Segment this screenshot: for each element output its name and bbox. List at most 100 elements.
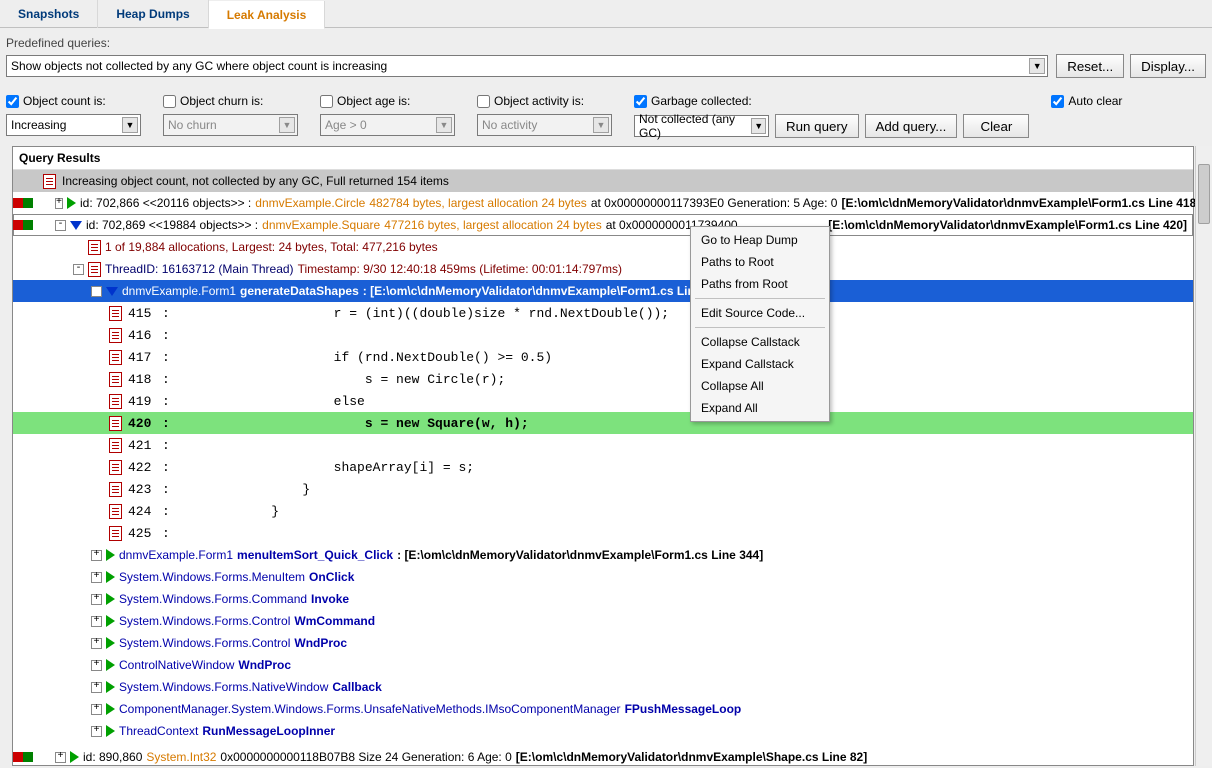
triangle-right-icon	[106, 593, 115, 605]
menu-item[interactable]: Expand Callstack	[691, 353, 829, 375]
tab-leak-analysis[interactable]: Leak Analysis	[209, 1, 326, 29]
object-row-selected[interactable]: - id: 702,869 <<19884 objects>> : dnmvEx…	[13, 214, 1193, 236]
menu-item[interactable]: Collapse Callstack	[691, 331, 829, 353]
triangle-right-icon	[106, 637, 115, 649]
tab-heap-dumps[interactable]: Heap Dumps	[98, 0, 208, 28]
gc-select[interactable]: Not collected (any GC)▼	[634, 115, 769, 137]
menu-item[interactable]: Expand All	[691, 397, 829, 419]
gc-checkbox-label[interactable]: Garbage collected:	[634, 94, 1029, 108]
source-line[interactable]: 425:	[13, 522, 1193, 544]
menu-item[interactable]: Paths from Root	[691, 273, 829, 295]
source-line[interactable]: 420: s = new Square(w, h);	[13, 412, 1193, 434]
context-menu[interactable]: Go to Heap DumpPaths to RootPaths from R…	[690, 226, 830, 422]
age-checkbox-label[interactable]: Object age is:	[320, 94, 455, 108]
expand-icon[interactable]: +	[91, 682, 102, 693]
reset-button[interactable]: Reset...	[1056, 54, 1124, 78]
collapse-icon[interactable]: -	[73, 264, 84, 275]
callstack-row[interactable]: +System.Windows.Forms.Command Invoke	[13, 588, 1193, 610]
callstack-row[interactable]: +ThreadContext RunMessageLoopInner	[13, 720, 1193, 742]
expand-icon[interactable]: +	[91, 550, 102, 561]
activity-checkbox-label[interactable]: Object activity is:	[477, 94, 612, 108]
autoclear-checkbox-label[interactable]: Auto clear	[1051, 94, 1122, 108]
callstack-row[interactable]: +dnmvExample.Form1 menuItemSort_Quick_Cl…	[13, 544, 1193, 566]
display-button[interactable]: Display...	[1130, 54, 1206, 78]
thread-row[interactable]: - ThreadID: 16163712 (Main Thread) Times…	[13, 258, 1193, 280]
source-line[interactable]: 421:	[13, 434, 1193, 456]
source-text: if (rnd.NextDouble() >= 0.5)	[170, 350, 552, 365]
vertical-scrollbar[interactable]	[1195, 146, 1212, 766]
expand-icon[interactable]: +	[91, 726, 102, 737]
expand-icon[interactable]: +	[55, 752, 66, 763]
age-checkbox[interactable]	[320, 95, 333, 108]
source-line[interactable]: 418: s = new Circle(r);	[13, 368, 1193, 390]
count-checkbox[interactable]	[6, 95, 19, 108]
object-row[interactable]: + id: 702,866 <<20116 objects>> : dnmvEx…	[13, 192, 1193, 214]
count-select[interactable]: Increasing▼	[6, 114, 141, 136]
tab-snapshots[interactable]: Snapshots	[0, 0, 98, 28]
source-line[interactable]: 422: shapeArray[i] = s;	[13, 456, 1193, 478]
callstack-row[interactable]: +System.Windows.Forms.NativeWindow Callb…	[13, 676, 1193, 698]
menu-separator	[695, 298, 825, 299]
chevron-down-icon: ▼	[279, 117, 295, 133]
count-checkbox-label[interactable]: Object count is:	[6, 94, 141, 108]
expand-icon[interactable]: +	[91, 660, 102, 671]
results-tree[interactable]: + id: 702,866 <<20116 objects>> : dnmvEx…	[13, 192, 1193, 768]
run-query-button[interactable]: Run query	[775, 114, 859, 138]
expand-icon[interactable]: +	[55, 198, 63, 209]
callstack-selected[interactable]: - dnmvExample.Form1 generateDataShapes :…	[13, 280, 1193, 302]
expand-icon[interactable]: +	[91, 616, 102, 627]
activity-checkbox[interactable]	[477, 95, 490, 108]
callstack-row[interactable]: +System.Windows.Forms.Control WmCommand	[13, 610, 1193, 632]
line-number: 421	[128, 438, 162, 453]
collapse-icon[interactable]: -	[91, 286, 102, 297]
line-number: 415	[128, 306, 162, 321]
object-row[interactable]: + id: 890,860 System.Int32 0x00000000001…	[13, 746, 1193, 768]
source-line[interactable]: 416:	[13, 324, 1193, 346]
predefined-query-select[interactable]: Show objects not collected by any GC whe…	[6, 55, 1048, 77]
source-text	[170, 438, 186, 453]
churn-checkbox-label[interactable]: Object churn is:	[163, 94, 298, 108]
gc-checkbox[interactable]	[634, 95, 647, 108]
menu-item[interactable]: Go to Heap Dump	[691, 229, 829, 251]
doc-icon	[109, 416, 122, 431]
clear-button[interactable]: Clear	[963, 114, 1029, 138]
expand-icon[interactable]: +	[91, 572, 102, 583]
doc-icon	[109, 526, 122, 541]
scrollbar-thumb[interactable]	[1198, 164, 1210, 224]
triangle-right-icon	[106, 549, 115, 561]
doc-icon	[109, 306, 122, 321]
callstack-row[interactable]: +System.Windows.Forms.Control WndProc	[13, 632, 1193, 654]
menu-item[interactable]: Paths to Root	[691, 251, 829, 273]
source-line[interactable]: 424: }	[13, 500, 1193, 522]
results-banner: Increasing object count, not collected b…	[13, 170, 1193, 192]
callstack-row[interactable]: +ControlNativeWindow WndProc	[13, 654, 1193, 676]
add-query-button[interactable]: Add query...	[865, 114, 958, 138]
doc-icon	[109, 504, 122, 519]
triangle-right-icon	[67, 197, 76, 209]
allocation-summary[interactable]: + 1 of 19,884 allocations, Largest: 24 b…	[13, 236, 1193, 258]
collapse-icon[interactable]: -	[55, 220, 66, 231]
callstack-row[interactable]: +System.Windows.Forms.MenuItem OnClick	[13, 566, 1193, 588]
source-line[interactable]: 419: else	[13, 390, 1193, 412]
doc-icon	[88, 240, 101, 255]
source-line[interactable]: 417: if (rnd.NextDouble() >= 0.5)	[13, 346, 1193, 368]
triangle-down-icon	[106, 287, 118, 296]
menu-item[interactable]: Collapse All	[691, 375, 829, 397]
autoclear-checkbox[interactable]	[1051, 95, 1064, 108]
predefined-query-text: Show objects not collected by any GC whe…	[11, 59, 387, 73]
callstack-row[interactable]: +ComponentManager.System.Windows.Forms.U…	[13, 698, 1193, 720]
expand-icon[interactable]: +	[91, 704, 102, 715]
doc-icon	[109, 438, 122, 453]
marker-icon	[13, 220, 23, 230]
source-line[interactable]: 415: r = (int)((double)size * rnd.NextDo…	[13, 302, 1193, 324]
churn-checkbox[interactable]	[163, 95, 176, 108]
line-number: 425	[128, 526, 162, 541]
chevron-down-icon: ▼	[122, 117, 138, 133]
menu-item[interactable]: Edit Source Code...	[691, 302, 829, 324]
triangle-right-icon	[106, 571, 115, 583]
doc-icon	[109, 482, 122, 497]
triangle-down-icon	[70, 221, 82, 230]
source-line[interactable]: 423: }	[13, 478, 1193, 500]
expand-icon[interactable]: +	[91, 638, 102, 649]
expand-icon[interactable]: +	[91, 594, 102, 605]
